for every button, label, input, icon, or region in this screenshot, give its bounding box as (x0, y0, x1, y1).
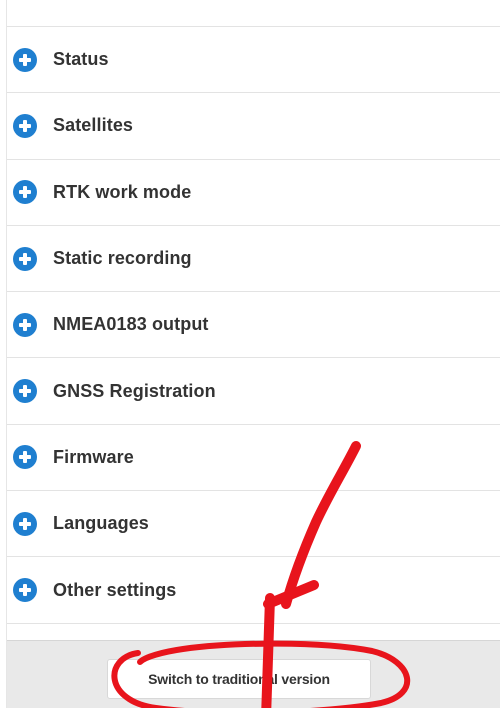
menu-item-nmea0183-output[interactable]: NMEA0183 output (7, 292, 500, 359)
plus-circle-icon (13, 47, 37, 72)
menu-item-static-recording[interactable]: Static recording (7, 225, 500, 293)
menu-item-label: Static recording (53, 248, 192, 269)
settings-panel: Status Satellites RTK work mode Static r… (6, 0, 500, 708)
plus-circle-icon (13, 445, 37, 470)
plus-circle-icon (13, 113, 37, 138)
plus-circle-icon (13, 511, 37, 536)
menu-item-satellites[interactable]: Satellites (7, 93, 500, 160)
menu-item-label: Satellites (53, 115, 134, 136)
menu-item-gnss-registration[interactable]: GNSS Registration (7, 358, 500, 425)
menu-item-status[interactable]: Status (7, 27, 500, 94)
menu-item-label: GNSS Registration (53, 380, 216, 401)
plus-circle-icon (13, 180, 37, 205)
menu-item-rtk-work-mode[interactable]: RTK work mode (7, 159, 500, 226)
menu-item-label: Languages (53, 513, 149, 534)
plus-circle-icon (13, 246, 37, 271)
menu-item-label: Firmware (53, 446, 134, 467)
plus-circle-icon (13, 312, 37, 337)
menu-item-label: Other settings (53, 579, 177, 600)
settings-menu: Status Satellites RTK work mode Static r… (7, 27, 500, 624)
menu-item-firmware[interactable]: Firmware (7, 424, 500, 492)
plus-circle-icon (13, 379, 37, 404)
plus-circle-icon (13, 578, 37, 603)
footer-bar: Switch to traditional version (7, 640, 500, 708)
menu-item-label: NMEA0183 output (53, 314, 209, 335)
switch-to-traditional-version-button[interactable]: Switch to traditional version (107, 659, 371, 699)
menu-item-other-settings[interactable]: Other settings (7, 557, 500, 624)
menu-item-label: RTK work mode (53, 181, 192, 202)
menu-item-label: Status (53, 49, 109, 70)
menu-item-languages[interactable]: Languages (7, 491, 500, 558)
